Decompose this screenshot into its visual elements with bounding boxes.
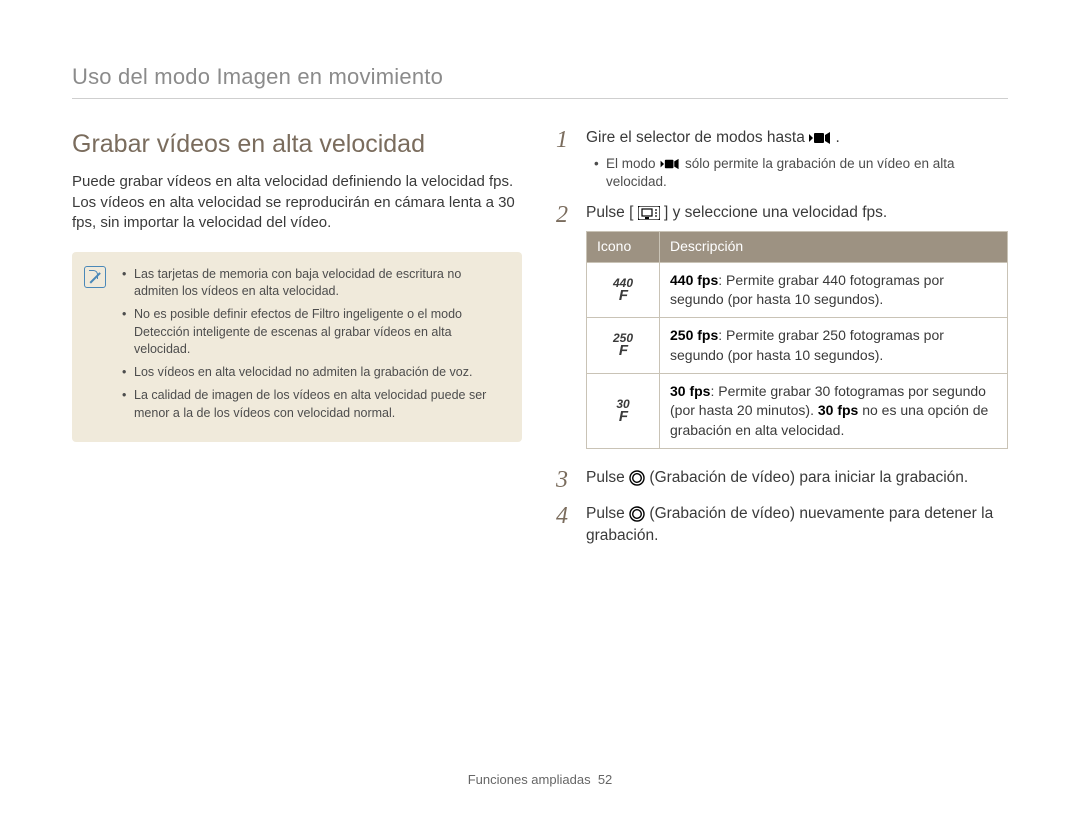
section-title: Grabar vídeos en alta velocidad (72, 127, 522, 162)
step-number: 1 (556, 127, 576, 192)
record-button-icon (629, 506, 645, 522)
fps-table: Icono Descripción 440 F 440 fps: Permite… (586, 231, 1008, 449)
step-4: 4 Pulse (Grabación de vídeo) nuevamente … (556, 503, 1008, 546)
step-1: 1 Gire el selector de modos hasta . El m… (556, 127, 1008, 192)
note-bullet: No es posible definir efectos de Filtro … (122, 306, 506, 358)
step-text: Pulse [ (586, 204, 633, 221)
fps-description: 440 fps: Permite grabar 440 fotogramas p… (660, 262, 1008, 318)
step-text: ] y seleccione una velocidad fps. (664, 204, 887, 221)
display-button-icon (638, 206, 660, 220)
note-bullet: Las tarjetas de memoria con baja velocid… (122, 266, 506, 301)
note-bullet: La calidad de imagen de los vídeos en al… (122, 387, 506, 422)
step-body: Pulse (Grabación de vídeo) nuevamente pa… (586, 503, 1008, 546)
step-number: 2 (556, 202, 576, 449)
manual-page: Uso del modo Imagen en movimiento Grabar… (0, 0, 1080, 815)
step-body: Pulse [ ] y seleccione una velocidad fps… (586, 202, 1008, 449)
record-button-icon (629, 470, 645, 486)
footer-page-number: 52 (598, 772, 612, 787)
note-bullet-list: Las tarjetas de memoria con baja velocid… (122, 266, 506, 422)
sub-bullet-item: El modo sólo permite la grabación de un … (594, 155, 1008, 192)
table-header-row: Icono Descripción (587, 232, 1008, 262)
table-header: Descripción (660, 232, 1008, 262)
step-3: 3 Pulse (Grabación de vídeo) para inicia… (556, 467, 1008, 493)
footer-section: Funciones ampliadas (468, 772, 591, 787)
step-text: Gire el selector de modos hasta (586, 129, 809, 146)
step-body: Pulse (Grabación de vídeo) para iniciar … (586, 467, 1008, 493)
step-text: Pulse (586, 469, 629, 486)
page-footer: Funciones ampliadas 52 (0, 771, 1080, 789)
fps-icon: 440 F (587, 262, 660, 318)
fps-icon: 30 F (587, 373, 660, 448)
step-body: Gire el selector de modos hasta . El mod… (586, 127, 1008, 192)
two-column-layout: Grabar vídeos en alta velocidad Puede gr… (72, 127, 1008, 556)
note-box: Las tarjetas de memoria con baja velocid… (72, 252, 522, 442)
step-text: Pulse (586, 505, 629, 522)
table-header: Icono (587, 232, 660, 262)
page-header: Uso del modo Imagen en movimiento (72, 62, 1008, 92)
step-sub-bullet: El modo sólo permite la grabación de un … (594, 155, 1008, 192)
intro-paragraph: Puede grabar vídeos en alta velocidad de… (72, 172, 522, 234)
fps-icon: 250 F (587, 318, 660, 374)
left-column: Grabar vídeos en alta velocidad Puede gr… (72, 127, 522, 556)
step-text: (Grabación de vídeo) nuevamente para det… (586, 505, 993, 543)
note-icon (84, 266, 106, 288)
movie-mode-icon (809, 131, 831, 145)
right-column: 1 Gire el selector de modos hasta . El m… (556, 127, 1008, 556)
fps-description: 250 fps: Permite grabar 250 fotogramas p… (660, 318, 1008, 374)
divider (72, 98, 1008, 99)
step-text: . (835, 129, 839, 146)
table-row: 30 F 30 fps: Permite grabar 30 fotograma… (587, 373, 1008, 448)
step-text: (Grabación de vídeo) para iniciar la gra… (649, 469, 968, 486)
table-row: 440 F 440 fps: Permite grabar 440 fotogr… (587, 262, 1008, 318)
fps-description: 30 fps: Permite grabar 30 fotogramas por… (660, 373, 1008, 448)
movie-mode-icon (659, 158, 681, 170)
note-bullet: Los vídeos en alta velocidad no admiten … (122, 364, 506, 381)
step-number: 4 (556, 503, 576, 546)
table-row: 250 F 250 fps: Permite grabar 250 fotogr… (587, 318, 1008, 374)
step-2: 2 Pulse [ ] y seleccione una velocidad f… (556, 202, 1008, 449)
step-number: 3 (556, 467, 576, 493)
